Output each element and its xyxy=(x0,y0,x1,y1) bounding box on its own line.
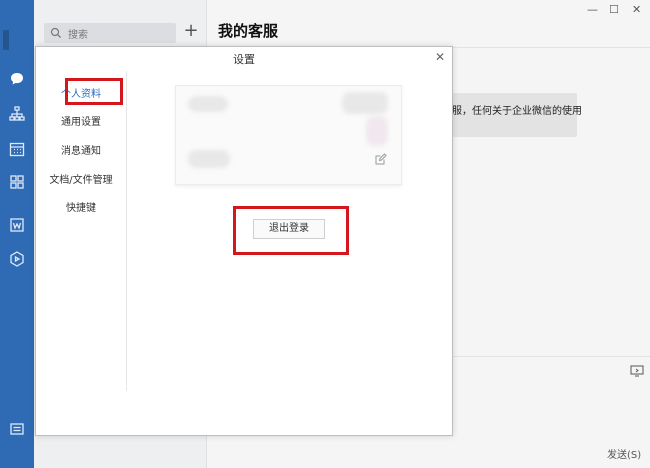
nav-item-notifications[interactable]: 消息通知 xyxy=(36,142,126,157)
org-chart-icon[interactable] xyxy=(8,105,26,123)
left-nav-bar xyxy=(0,0,34,468)
highlight-box xyxy=(65,78,123,105)
close-window-icon[interactable]: ✕ xyxy=(632,3,641,16)
avatar[interactable] xyxy=(3,30,9,50)
nav-item-file-management[interactable]: 文档/文件管理 xyxy=(36,171,126,186)
screenshot-icon[interactable] xyxy=(630,365,644,377)
apps-grid-icon[interactable] xyxy=(8,173,26,191)
nav-item-general[interactable]: 通用设置 xyxy=(36,113,126,128)
send-button[interactable]: 发送(S) xyxy=(607,446,641,461)
blurred-info xyxy=(188,150,230,168)
divider xyxy=(126,71,127,391)
logout-button[interactable]: 退出登录 xyxy=(253,219,325,239)
document-w-icon[interactable] xyxy=(8,216,26,234)
message-bubble: 服，任何关于企业微信的使用 xyxy=(452,93,582,137)
chat-title: 我的客服 xyxy=(218,22,279,40)
blurred-avatar xyxy=(366,116,388,146)
blurred-name xyxy=(188,96,228,112)
close-icon[interactable]: ✕ xyxy=(435,50,445,64)
minimize-icon[interactable]: — xyxy=(587,3,598,16)
calendar-icon[interactable] xyxy=(8,140,26,158)
maximize-icon[interactable]: ☐ xyxy=(609,3,619,16)
settings-dialog: 设置 ✕ 个人资料 通用设置 消息通知 文档/文件管理 快捷键 退出登录 xyxy=(35,46,453,436)
search-placeholder: 搜索 xyxy=(68,30,88,41)
search-input[interactable]: 搜索 xyxy=(44,23,176,43)
message-text: 服，任何关于企业微信的使用 xyxy=(452,106,582,117)
chat-icon[interactable] xyxy=(8,70,26,88)
menu-icon[interactable] xyxy=(8,420,26,438)
nav-item-shortcuts[interactable]: 快捷键 xyxy=(36,199,126,214)
profile-card xyxy=(175,85,402,185)
edit-icon[interactable] xyxy=(375,153,387,165)
drive-icon[interactable] xyxy=(8,250,26,268)
add-button[interactable]: + xyxy=(182,22,200,42)
blurred-avatar xyxy=(342,92,388,114)
search-icon xyxy=(50,27,62,39)
dialog-title: 设置 xyxy=(233,53,255,66)
